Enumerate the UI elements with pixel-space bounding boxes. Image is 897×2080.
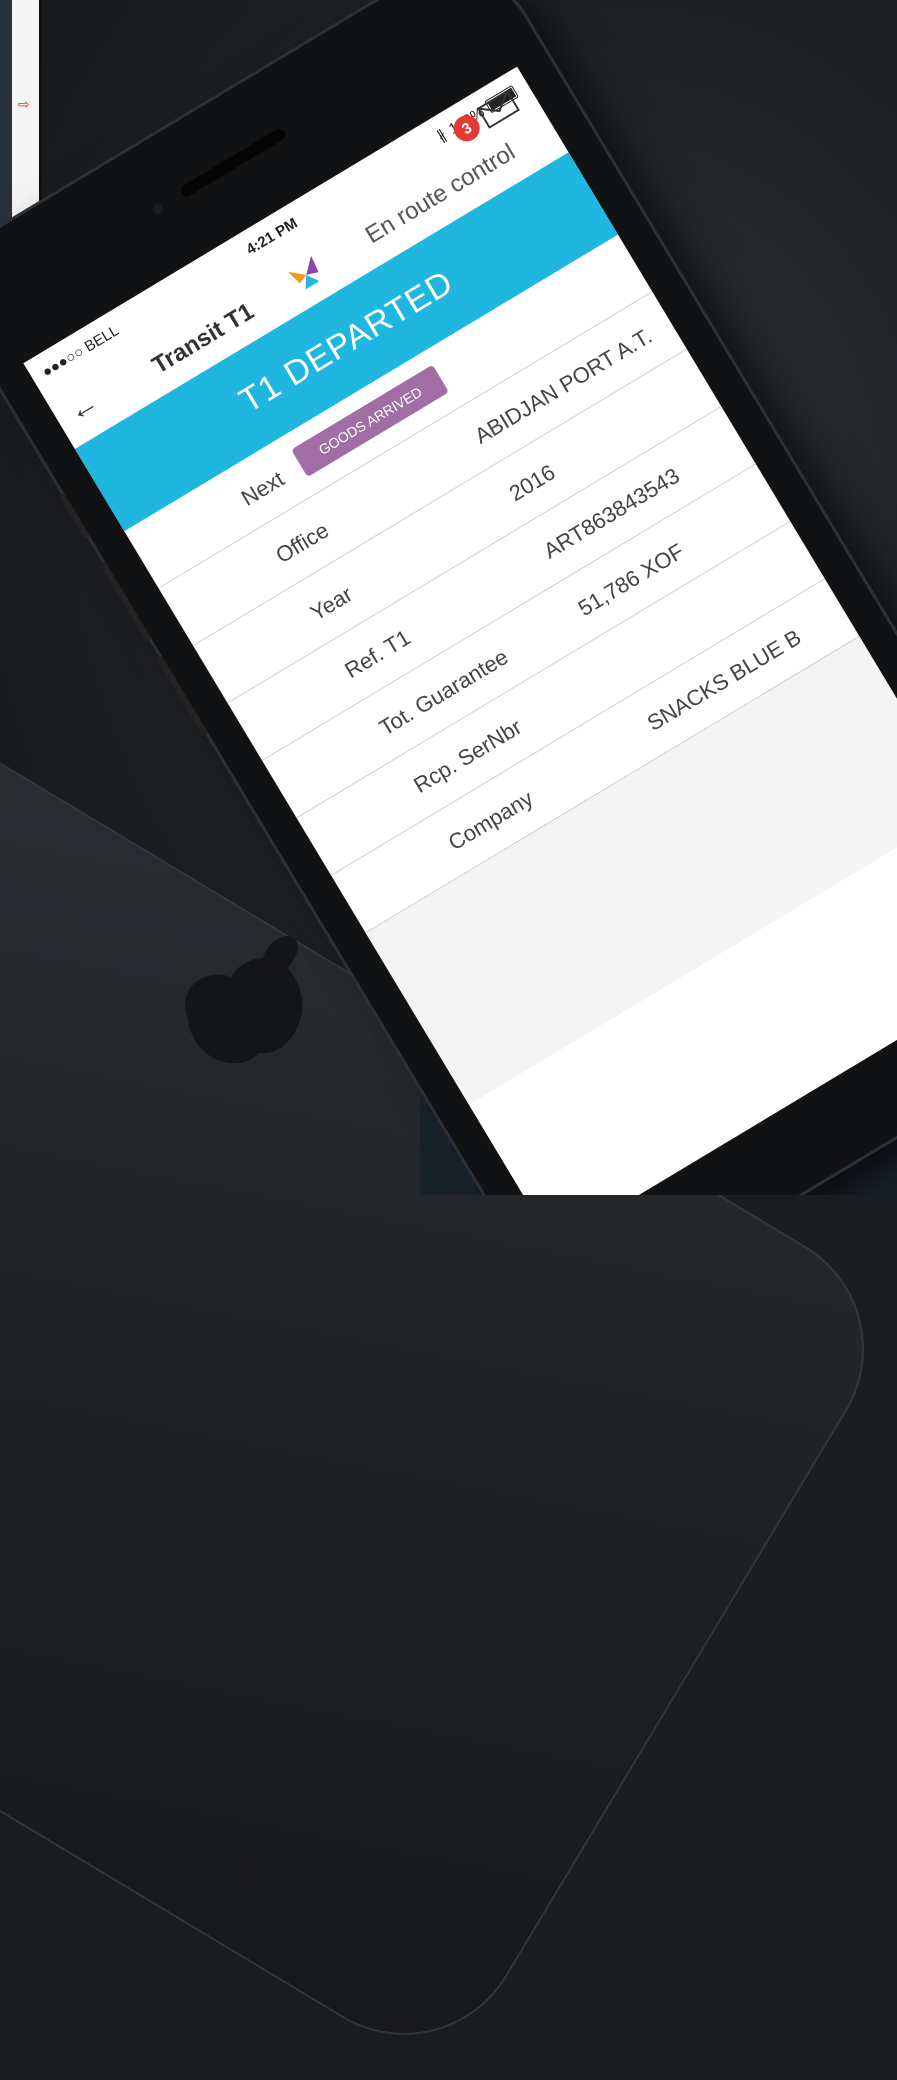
mute-switch xyxy=(58,492,90,539)
volume-down-button xyxy=(156,655,209,736)
field-label: Office xyxy=(271,517,334,569)
volume-up-button xyxy=(99,561,152,642)
bluetooth-icon: ∦ xyxy=(434,126,450,145)
field-label: Year xyxy=(305,581,357,626)
app-logo-icon xyxy=(288,255,320,290)
camera-icon xyxy=(151,201,165,216)
front-phone: ●●●○○ BELL 4:21 PM ∦ 100% ← Transit T1 E… xyxy=(0,0,897,1195)
phone-screen: ●●●○○ BELL 4:21 PM ∦ 100% ← Transit T1 E… xyxy=(23,66,897,1195)
back-arrow-icon[interactable]: ← xyxy=(62,385,105,430)
phone-container: ●●●○○ BELL 4:21 PM ∦ 100% ← Transit T1 E… xyxy=(0,0,897,1195)
next-label: Next xyxy=(236,466,289,511)
field-value: 2016 xyxy=(504,459,560,507)
speaker-grille xyxy=(178,126,288,199)
